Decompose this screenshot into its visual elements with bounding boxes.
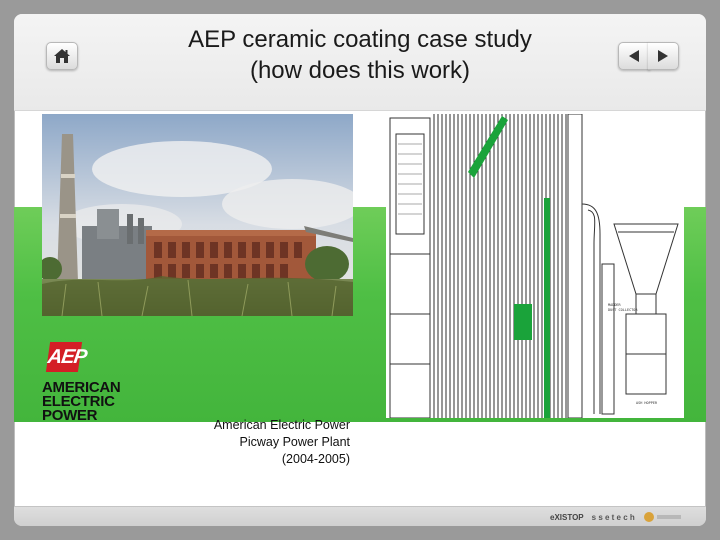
home-button[interactable] xyxy=(46,42,78,70)
svg-text:DUST COLLECTOR: DUST COLLECTOR xyxy=(608,308,638,312)
boiler-schematic: MADDER DUST COLLECTOR ASH HOPPER xyxy=(386,114,684,418)
photo-caption: American Electric Power Picway Power Pla… xyxy=(164,417,350,468)
title-line-2: (how does this work) xyxy=(249,57,471,84)
title-line-1: AEP ceramic coating case study xyxy=(188,26,532,53)
svg-text:ASH HOPPER: ASH HOPPER xyxy=(636,401,658,405)
next-slide-button[interactable] xyxy=(648,42,679,70)
caption-line-3: (2004-2005) xyxy=(281,452,350,466)
footer-logo-existop: eXISTOP xyxy=(550,512,584,522)
previous-slide-button[interactable] xyxy=(618,42,650,70)
slide: AEP ceramic coating case study (how does… xyxy=(14,14,706,526)
footer-logos: eXISTOP s s e t e c h xyxy=(550,509,683,525)
caption-line-1: American Electric Power xyxy=(213,418,350,432)
footer-partner-logo-icon xyxy=(643,512,681,522)
arrow-left-icon xyxy=(629,50,639,62)
power-plant-photo xyxy=(42,114,353,316)
aep-logo: AEP AMERICAN ELECTRIC POWER xyxy=(40,342,150,424)
caption-line-2: Picway Power Plant xyxy=(239,435,350,449)
svg-text:MADDER: MADDER xyxy=(608,303,622,307)
slide-title: AEP ceramic coating case study (how does… xyxy=(134,24,586,86)
footer-logo-ssetech: s s e t e c h xyxy=(591,512,635,522)
home-icon xyxy=(54,49,70,63)
arrow-right-icon xyxy=(658,50,668,62)
aep-logo-mark: AEP xyxy=(45,342,88,372)
logo-line-power: POWER xyxy=(42,407,98,424)
